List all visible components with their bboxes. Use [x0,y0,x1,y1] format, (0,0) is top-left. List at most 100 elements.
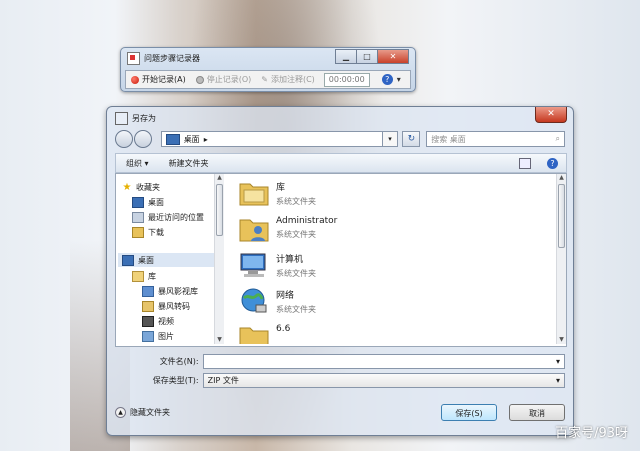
tree-label: 库 [148,271,156,281]
navigation-bar: 桌面 ▸ ▾ ↻ 搜索 桌面 ⌕ [115,129,565,149]
tree-label: 桌面 [138,255,154,265]
file-desc: 系统文件夹 [276,197,316,206]
folder-icon [239,327,269,344]
filename-row: 文件名(N): ▾ [115,353,565,369]
stop-record-button[interactable]: 停止记录(O) [191,71,257,88]
tree-item-pictures[interactable]: 图片 [142,329,174,343]
steps-recorder-title-text: 问题步骤记录器 [144,54,200,63]
dialog-footer: ▲ 隐藏文件夹 保存(S) 取消 [115,401,565,423]
tree-label: 视频 [158,316,174,326]
navigation-tree: ★ 收藏夹 桌面 最近访问的位置 下载 桌面 库 暴风影视库 暴风转码 视频 图… [116,174,214,344]
help-icon[interactable]: ? [547,157,558,169]
tree-label: 下载 [148,227,164,237]
file-item-computer[interactable]: 计算机 系统文件夹 [238,250,316,286]
stop-icon [195,75,204,84]
tree-item-desktop-root[interactable]: 桌面 [118,253,214,267]
maximize-button[interactable]: □ [356,49,378,64]
desktop-icon [165,133,180,145]
add-comment-button[interactable]: ✎ 添加注释(C) [256,71,320,88]
user-folder-icon [239,219,269,242]
record-icon [131,75,139,84]
video-library-icon [142,285,154,297]
file-item-network[interactable]: 网络 系统文件夹 [238,286,316,322]
forward-button[interactable] [133,130,152,148]
download-icon [132,226,144,238]
tree-item-desktop[interactable]: 桌面 [132,195,164,209]
filename-label: 文件名(N): [159,356,199,366]
file-item-library[interactable]: 库系统文件夹 [238,178,316,214]
tree-item-library[interactable]: 库 [132,269,156,283]
close-button[interactable]: ✕ [377,49,409,64]
filename-field[interactable]: ▾ [202,353,565,369]
chevron-up-icon: ▲ [115,406,126,418]
tree-label: 暴风影视库 [158,286,198,296]
file-name: Administrator [276,216,338,226]
hide-folders-label: 隐藏文件夹 [130,407,170,417]
watermark: 百家号/93呀 [555,426,628,441]
hide-folders-toggle[interactable]: ▲ 隐藏文件夹 [115,406,170,418]
video-icon [142,315,154,327]
start-record-button[interactable]: 开始记录(A) [126,71,191,88]
new-folder-button[interactable]: 新建文件夹 [159,158,219,169]
dialog-title-text: 另存为 [132,114,156,123]
help-icon[interactable]: ? [381,74,393,85]
dialog-toolbar: 组织 ▾ 新建文件夹 ? [115,153,567,173]
record-timer: 00:00:00 [323,72,370,87]
window-controls: ▁ □ ✕ [335,49,409,64]
tree-scrollbar[interactable]: ▲ ▼ [214,174,224,344]
steps-recorder-window: 问题步骤记录器 ▁ □ ✕ 开始记录(A) 停止记录(O) ✎ 添加注释(C) … [120,47,416,92]
tree-item-downloads[interactable]: 下载 [132,225,164,239]
browser-panel: ★ 收藏夹 桌面 最近访问的位置 下载 桌面 库 暴风影视库 暴风转码 视频 图… [115,173,567,347]
save-as-dialog: 另存为 ✕ 桌面 ▸ ▾ ↻ 搜索 桌面 ⌕ 组织 ▾ 新建文件夹 ? ★ 收藏… [106,106,574,436]
tree-label: 图片 [158,331,174,341]
file-item-administrator[interactable]: Administrator 系统文件夹 [238,214,337,250]
chevron-down-icon[interactable]: ▾ [556,376,560,385]
file-name: 6.6 [276,324,291,334]
star-icon: ★ [122,181,132,193]
dialog-icon [115,112,128,125]
save-button[interactable]: 保存(S) [441,403,497,421]
scroll-down-arrow-icon[interactable]: ▼ [557,336,566,344]
tree-label: 暴风转码 [158,301,190,311]
file-desc: 系统文件夹 [276,305,316,314]
file-list-scrollbar-thumb[interactable] [558,184,565,248]
tree-item-favorites[interactable]: ★ 收藏夹 [122,180,160,194]
cancel-button[interactable]: 取消 [509,403,565,421]
file-list-scrollbar[interactable]: ▲ ▼ [556,174,566,344]
search-input[interactable]: 搜索 桌面 ⌕ [426,131,565,147]
organize-menu[interactable]: 组织 ▾ [116,158,159,169]
file-item-folder-6-6[interactable]: 6.6 [238,322,290,344]
scroll-down-arrow-icon[interactable]: ▼ [215,336,224,344]
tree-label: 最近访问的位置 [148,212,204,222]
tree-item-baofeng-transcode[interactable]: 暴风转码 [142,299,190,313]
file-name: 计算机 [276,255,304,265]
recent-icon [132,211,144,223]
dialog-title: 另存为 [115,112,156,125]
breadcrumb-arrow-icon[interactable]: ▸ [204,135,208,144]
back-button[interactable] [115,130,133,148]
address-bar[interactable]: 桌面 ▸ [160,131,383,147]
file-list: 库系统文件夹 Administrator 系统文件夹 计算机 系统文件夹 网络 … [226,174,556,344]
chevron-down-icon[interactable]: ▾ [556,357,560,366]
scroll-up-arrow-icon[interactable]: ▲ [557,174,566,182]
recorder-toolbar: 开始记录(A) 停止记录(O) ✎ 添加注释(C) 00:00:00 ? ▾ [125,70,411,89]
tree-item-recent[interactable]: 最近访问的位置 [132,210,204,224]
tree-scrollbar-thumb[interactable] [216,184,223,236]
file-desc: 系统文件夹 [276,230,316,239]
dialog-close-button[interactable]: ✕ [535,107,567,123]
tree-item-videos[interactable]: 视频 [142,314,174,328]
tree-item-baofeng-library[interactable]: 暴风影视库 [142,284,198,298]
recorder-app-icon [127,52,140,65]
chevron-down-icon[interactable]: ▾ [397,75,401,84]
minimize-button[interactable]: ▁ [335,49,357,64]
file-desc: 系统文件夹 [276,269,316,278]
file-name: 网络 [276,291,295,301]
tree-label: 收藏夹 [136,182,160,192]
library-icon [132,270,144,282]
filetype-select[interactable]: ZIP 文件 ▾ [202,372,565,388]
network-icon [241,288,267,313]
address-dropdown-button[interactable]: ▾ [382,131,399,147]
view-options-icon[interactable] [519,157,531,169]
scroll-up-arrow-icon[interactable]: ▲ [215,174,224,182]
refresh-button[interactable]: ↻ [402,131,421,147]
